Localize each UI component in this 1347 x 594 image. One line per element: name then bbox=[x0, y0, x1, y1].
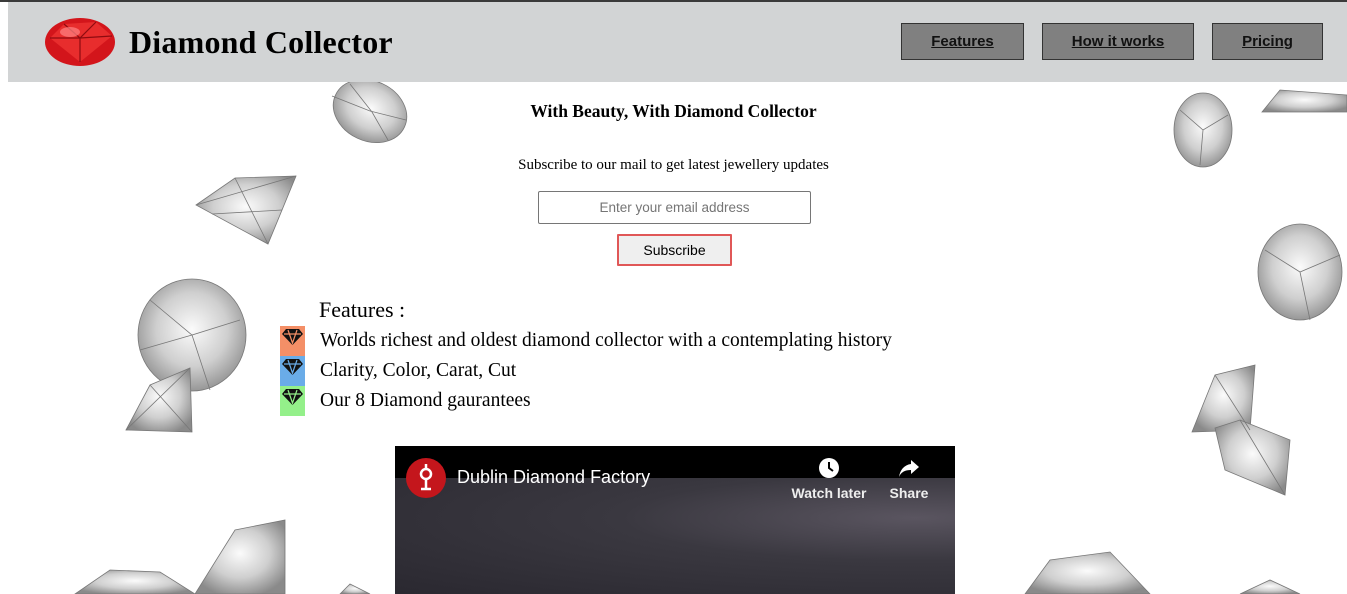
nav-pricing-button[interactable]: Pricing bbox=[1212, 23, 1323, 60]
subscribe-button[interactable]: Subscribe bbox=[617, 234, 732, 266]
feature-item: Clarity, Color, Carat, Cut bbox=[280, 356, 980, 386]
feature-text: Clarity, Color, Carat, Cut bbox=[320, 360, 517, 381]
watch-later-button[interactable]: Watch later bbox=[789, 457, 869, 501]
feature-item: Worlds richest and oldest diamond collec… bbox=[280, 326, 980, 356]
brand-title: Diamond Collector bbox=[129, 24, 393, 60]
clock-icon bbox=[819, 458, 839, 478]
features-title: Features : bbox=[319, 297, 406, 322]
diamond-icon bbox=[280, 326, 305, 356]
diamond-icon bbox=[280, 386, 305, 416]
channel-logo-icon[interactable] bbox=[406, 458, 446, 498]
watch-later-label: Watch later bbox=[791, 485, 867, 501]
video-player[interactable]: Dublin Diamond Factory Watch later Share bbox=[395, 446, 955, 594]
share-label: Share bbox=[889, 485, 929, 501]
video-title[interactable]: Dublin Diamond Factory bbox=[457, 467, 650, 488]
hero-tagline: With Beauty, With Diamond Collector bbox=[530, 101, 817, 121]
share-icon bbox=[899, 460, 919, 477]
feature-text: Worlds richest and oldest diamond collec… bbox=[320, 330, 892, 351]
nav-how-it-works-button[interactable]: How it works bbox=[1042, 23, 1194, 60]
ruby-logo-icon bbox=[45, 18, 115, 66]
diamond-icon bbox=[280, 356, 305, 386]
nav-features-button[interactable]: Features bbox=[901, 23, 1024, 60]
site-header: Diamond Collector Features How it works … bbox=[8, 2, 1347, 82]
email-input[interactable] bbox=[538, 191, 811, 224]
share-button[interactable]: Share bbox=[869, 457, 949, 501]
feature-text: Our 8 Diamond gaurantees bbox=[320, 390, 531, 411]
subscribe-text: Subscribe to our mail to get latest jewe… bbox=[518, 157, 829, 173]
feature-item: Our 8 Diamond gaurantees bbox=[280, 386, 980, 416]
